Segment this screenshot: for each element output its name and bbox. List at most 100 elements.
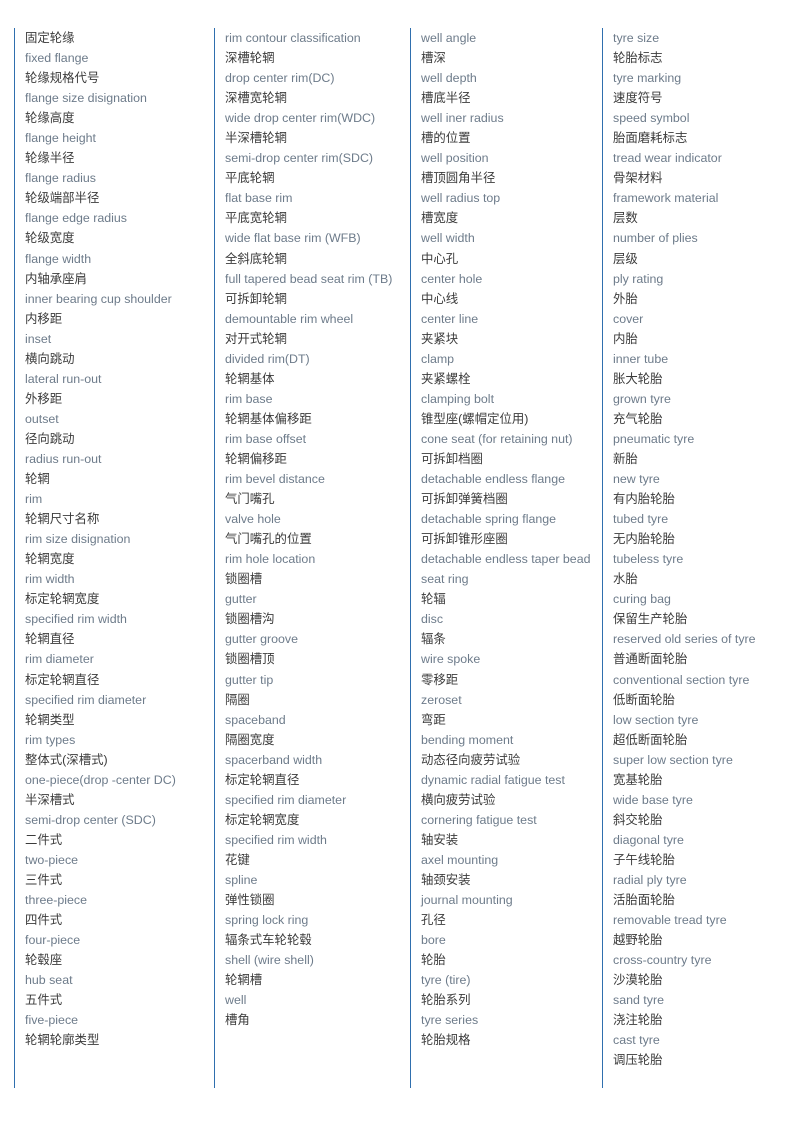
glossary-columns-container: 固定轮缘 fixed flange 轮缘规格代号 flange size disign…	[14, 28, 780, 1088]
term-english: clamping bolt	[421, 391, 495, 406]
term-chinese: 辐条式车轮轮毂	[225, 933, 312, 948]
term-chinese: 胎面磨耗标志	[613, 131, 688, 146]
term-english: specified rim width	[225, 832, 327, 847]
term-english: shell (wire shell)	[225, 953, 314, 968]
term-chinese: 轮辋宽度	[25, 552, 75, 567]
term-english: conventional section tyre	[613, 672, 750, 687]
term-chinese: 径向跳动	[25, 431, 75, 446]
glossary-column-2: rim contour classification 深槽轮辋 drop cente…	[214, 28, 410, 1088]
glossary-entry: 轮缘规格代号 flange size disignation	[25, 68, 208, 108]
term-chinese: 槽宽度	[421, 211, 459, 226]
glossary-entry: 径向跳动 radius run-out	[25, 429, 208, 469]
glossary-entry: 轮辋类型 rim types	[25, 710, 208, 750]
term-chinese: 轮胎	[421, 953, 446, 968]
term-chinese: 轮缘规格代号	[25, 71, 100, 86]
term-chinese: 轮胎系列	[421, 993, 471, 1008]
term-english: detachable endless flange	[421, 472, 565, 487]
glossary-entry: 二件式 two-piece	[25, 830, 208, 870]
term-chinese: 中心线	[421, 291, 459, 306]
term-english: new tyre	[613, 472, 660, 487]
glossary-entry: 沙漠轮胎 sand tyre	[613, 970, 774, 1010]
glossary-entry: 无内胎轮胎 tubeless tyre	[613, 529, 774, 569]
glossary-entry: 轮辋基体偏移距 rim base offset	[225, 409, 404, 449]
term-chinese: 对开式轮辋	[225, 331, 287, 346]
term-chinese: 低断面轮胎	[613, 692, 675, 707]
term-english: drop center rim(DC)	[225, 71, 335, 86]
term-english: removable tread tyre	[613, 913, 727, 928]
term-chinese: 五件式	[25, 993, 63, 1008]
glossary-entry: 槽角	[225, 1010, 404, 1030]
term-chinese: 有内胎轮胎	[613, 492, 675, 507]
term-english: outset	[25, 411, 59, 426]
glossary-entry: 轮辋尺寸名称 rim size disignation	[25, 509, 208, 549]
glossary-entry: 普通断面轮胎 conventional section tyre	[613, 649, 774, 689]
term-english: specified rim diameter	[225, 792, 347, 807]
term-english: grown tyre	[613, 391, 671, 406]
term-english: rim diameter	[25, 652, 94, 667]
term-chinese: 气门嘴孔	[225, 492, 275, 507]
term-english: flange width	[25, 251, 92, 266]
term-english: tubeless tyre	[613, 552, 684, 567]
glossary-entry: 外移距 outset	[25, 389, 208, 429]
term-english: flat base rim	[225, 191, 293, 206]
glossary-entry: 整体式(深槽式) one-piece(drop -center DC)	[25, 750, 208, 790]
term-english: framework material	[613, 191, 719, 206]
glossary-entry: 孔径 bore	[421, 910, 596, 950]
term-english: bending moment	[421, 732, 514, 747]
glossary-entry: 标定轮辋直径 specified rim diameter	[225, 770, 404, 810]
term-chinese: 充气轮胎	[613, 411, 663, 426]
term-chinese: 可拆卸弹簧档圈	[421, 492, 508, 507]
term-chinese: 半深槽轮辋	[225, 131, 287, 146]
term-chinese: 锁圈槽	[225, 572, 263, 587]
term-english: zeroset	[421, 692, 462, 707]
term-chinese: 可拆卸档圈	[421, 451, 483, 466]
glossary-entry: 中心孔 center hole	[421, 249, 596, 289]
glossary-entry: 三件式 three-piece	[25, 870, 208, 910]
term-english: inset	[25, 331, 52, 346]
term-english: speed symbol	[613, 111, 690, 126]
term-chinese: 轮胎规格	[421, 1033, 471, 1048]
term-chinese: 水胎	[613, 572, 638, 587]
glossary-entry: 半深槽轮辋 semi-drop center rim(SDC)	[225, 128, 404, 168]
glossary-entry: 骨架材料 framework material	[613, 168, 774, 208]
term-chinese: 轮毂座	[25, 953, 63, 968]
glossary-entry: 槽顶圆角半径 well radius top	[421, 168, 596, 208]
term-english: super low section tyre	[613, 752, 733, 767]
term-chinese: 轮辋类型	[25, 712, 75, 727]
glossary-page: 固定轮缘 fixed flange 轮缘规格代号 flange size disign…	[0, 0, 794, 1123]
glossary-entry: 弹性锁圈 spring lock ring	[225, 890, 404, 930]
term-chinese: 轮辋槽	[225, 973, 263, 988]
glossary-entry: 深槽宽轮辋 wide drop center rim(WDC)	[225, 88, 404, 128]
glossary-entry: 胎面磨耗标志 tread wear indicator	[613, 128, 774, 168]
glossary-entry: 横向跳动 lateral run-out	[25, 349, 208, 389]
term-english: valve hole	[225, 512, 281, 527]
glossary-entry: 轮辋基体 rim base	[225, 369, 404, 409]
term-english: rim types	[25, 732, 76, 747]
glossary-entry: 槽底半径 well iner radius	[421, 88, 596, 128]
term-english: spline	[225, 872, 258, 887]
glossary-entry: 锁圈槽顶 gutter tip	[225, 649, 404, 689]
term-chinese: 气门嘴孔的位置	[225, 532, 312, 547]
glossary-entry: 宽基轮胎 wide base tyre	[613, 770, 774, 810]
term-english: two-piece	[25, 852, 79, 867]
term-english: rim	[25, 492, 43, 507]
term-chinese: 标定轮辋直径	[25, 672, 100, 687]
term-chinese: 隔圈	[225, 692, 250, 707]
glossary-entry: 内轴承座肩 inner bearing cup shoulder	[25, 269, 208, 309]
term-english: detachable endless taper bead seat ring	[421, 552, 591, 587]
glossary-column-4: tyre size 轮胎标志 tyre marking 速度符号 speed symbo…	[602, 28, 780, 1088]
glossary-column-1: 固定轮缘 fixed flange 轮缘规格代号 flange size disign…	[14, 28, 214, 1088]
term-chinese: 锥型座(螺帽定位用)	[421, 411, 529, 426]
term-chinese: 槽角	[225, 1013, 250, 1028]
glossary-entry: 标定轮辋宽度 specified rim width	[225, 810, 404, 850]
term-chinese: 轮缘高度	[25, 111, 75, 126]
term-english: radius run-out	[25, 451, 102, 466]
glossary-entry: 全斜底轮辋 full tapered bead seat rim (TB)	[225, 249, 404, 289]
glossary-entry: 轮辋槽 well	[225, 970, 404, 1010]
glossary-entry: 锁圈槽沟 gutter groove	[225, 609, 404, 649]
term-english: tread wear indicator	[613, 151, 722, 166]
term-english: flange radius	[25, 171, 96, 186]
term-english: four-piece	[25, 933, 81, 948]
glossary-entry: 层级 ply rating	[613, 249, 774, 289]
term-chinese: 夹紧块	[421, 331, 459, 346]
